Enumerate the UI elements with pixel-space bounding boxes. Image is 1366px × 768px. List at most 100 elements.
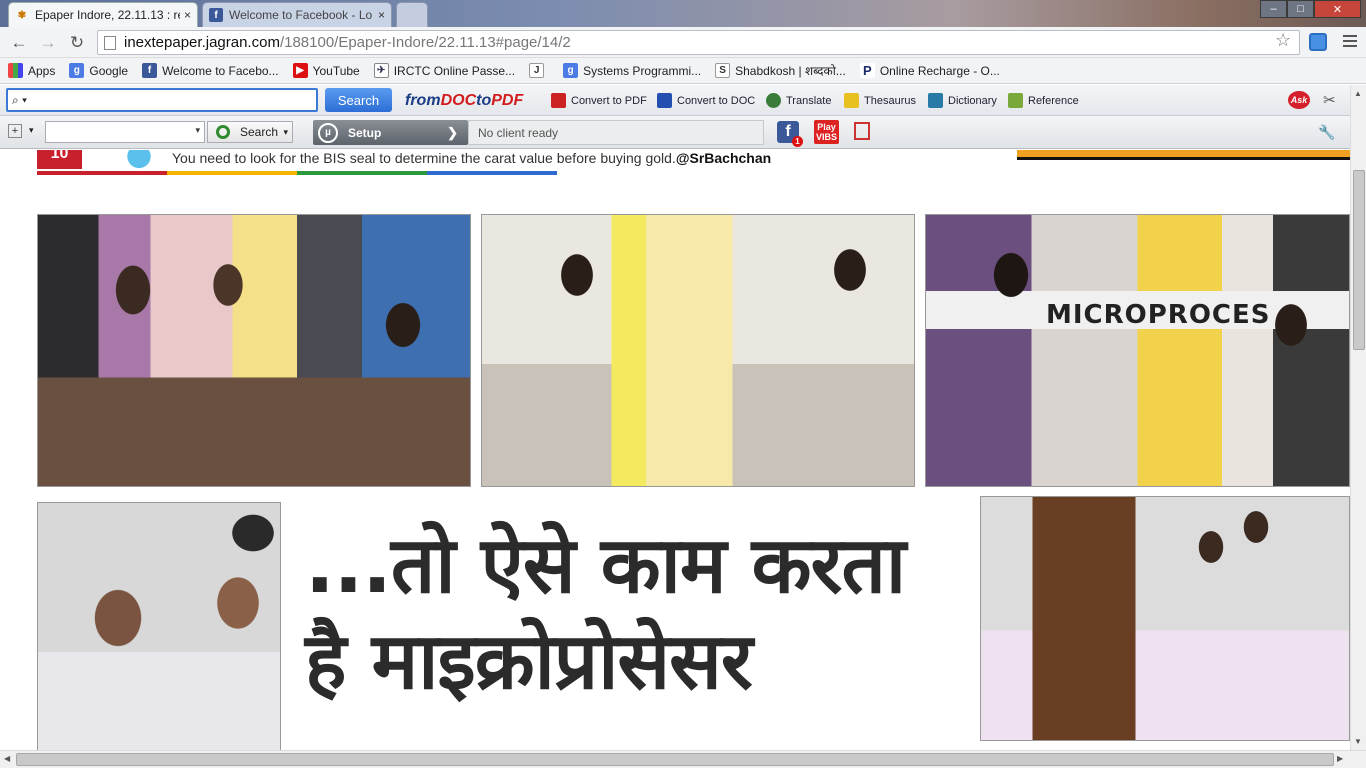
address-bar[interactable]: inextepaper.jagran.com/188100/Epaper-Ind… [97,30,1300,55]
toolbar-label: Reference [1028,94,1079,107]
toolbar-label: Thesaurus [864,94,916,107]
photo-sign-text: MICROPROCES [1046,300,1271,330]
bookmarks-bar: Apps g Google f Welcome to Facebo... ▶ YouT… [0,58,1366,84]
logo-part: from [405,92,441,109]
close-tab-icon[interactable]: × [378,8,385,22]
gift-icon[interactable] [854,122,870,140]
setup-label: Setup [348,125,382,140]
extension-icon[interactable] [1309,33,1327,51]
reference-button[interactable]: Reference [1008,93,1079,108]
facebook-icon: f [142,63,158,78]
tweet-handle: @SrBachchan [675,150,772,166]
play-label: Play [817,122,836,132]
paytm-icon: P [859,63,875,78]
doc-icon [657,93,672,108]
bookmark-irctc[interactable]: ✈ IRCTC Online Passe... [373,63,516,78]
ask-logo-icon[interactable]: Ask [1288,91,1310,109]
bookmark-label: Online Recharge - O... [879,63,1000,78]
facebook-icon[interactable]: f1 [777,121,803,147]
reload-icon[interactable]: ↻ [66,32,88,54]
tweet-banner: 10 You need to look for the BIS seal to … [37,150,1350,176]
chevron-down-icon[interactable]: ▾ [195,125,200,136]
utorrent-toolbar: + ▾ ▾ Search ▾ µ Setup ❯ No client ready f1… [0,116,1366,149]
scroll-left-arrow-icon[interactable]: ◀ [4,754,10,763]
chevron-down-icon[interactable]: ▾ [29,125,34,136]
tools-icon[interactable]: ✂ [1323,91,1336,109]
tab-epaper[interactable]: ✾ Epaper Indore, 22.11.13 : re × [8,2,198,27]
chevron-down-icon: ❯ [447,124,458,140]
back-arrow-icon[interactable]: ← [8,32,30,54]
translate-button[interactable]: Translate [766,93,831,108]
photo-students-model [980,496,1350,741]
tab-facebook[interactable]: f Welcome to Facebook - Lo × [202,2,392,27]
scroll-up-arrow-icon[interactable]: ▲ [1354,89,1362,98]
ask-search-button[interactable]: Search [325,88,392,112]
bookmark-online-recharge[interactable]: P Online Recharge - O... [859,63,1000,78]
horizontal-scrollbar[interactable]: ◀ ▶ [0,750,1366,768]
headline-line-2: है माइक्रोप्रोसेसर [305,617,753,707]
color-stripe [37,171,557,175]
play-sublabel: VIBS [815,132,837,142]
play-vibs-icon[interactable]: Play VIBS [814,120,839,144]
photo-students-project-2 [481,214,915,487]
bookmark-systems-programming[interactable]: g Systems Programmi... [563,63,701,78]
fromdoctopdf-logo[interactable]: fromDOCtoPDF [405,92,523,110]
add-icon[interactable]: + [8,124,22,138]
google-icon: g [563,63,579,78]
logo-part: DOC [440,92,477,109]
photo-students-microprocessor: MICROPROCES [925,214,1350,487]
bookmark-label: Systems Programmi... [583,63,702,78]
bookmark-j[interactable]: J [529,63,549,78]
apps-icon [8,63,23,78]
bookmark-label: Welcome to Facebo... [162,63,279,78]
scroll-down-arrow-icon[interactable]: ▼ [1354,737,1362,746]
thesaurus-button[interactable]: Thesaurus [844,93,916,108]
search-dropdown-icon[interactable]: ⌕ ▾ [12,93,27,108]
photo-students-project-1 [37,214,471,487]
article-headline: ...तो ऐसे काम करता है माइक्रोप्रोसेसर [305,518,965,710]
bookmark-apps[interactable]: Apps [8,63,55,78]
jagran-favicon-icon: ✾ [17,9,27,21]
utorrent-search-button[interactable]: Search ▾ [207,121,293,143]
convert-to-pdf-button[interactable]: Convert to PDF [551,93,647,108]
title-bar: ✾ Epaper Indore, 22.11.13 : re × f Welco… [0,0,1366,27]
ask-search-input[interactable]: ⌕ ▾ [6,88,318,112]
scroll-thumb[interactable] [16,753,1334,766]
irctc-icon: ✈ [373,63,389,78]
scroll-right-arrow-icon[interactable]: ▶ [1337,754,1343,763]
twitter-bird-icon [119,150,159,172]
youtube-icon: ▶ [292,63,308,78]
convert-to-doc-button[interactable]: Convert to DOC [657,93,755,108]
bookmark-google[interactable]: g Google [69,63,128,78]
j-icon: J [529,63,545,78]
forward-arrow-icon[interactable]: → [37,32,59,54]
headline-line-1: ...तो ऐसे काम करता [305,521,906,611]
vertical-scrollbar[interactable]: ▲ ▼ [1350,85,1366,750]
scroll-thumb[interactable] [1353,170,1365,350]
toolbar-label: Convert to PDF [571,94,647,107]
tab-title: Welcome to Facebook - Lo [229,8,373,22]
wrench-icon[interactable]: 🔧 [1318,124,1335,141]
utorrent-search-input[interactable]: ▾ [45,121,205,143]
tweet-body: You need to look for the BIS seal to det… [172,150,676,166]
navigation-toolbar: ← → ↻ inextepaper.jagran.com/188100/Epap… [0,27,1366,58]
close-window-button[interactable]: ✕ [1314,0,1361,18]
toolbar-label: Convert to DOC [677,94,756,107]
url-path: /188100/Epaper-Indore/22.11.13#page/14/2 [279,34,571,51]
tweet-text: You need to look for the BIS seal to det… [172,150,771,166]
bookmark-shabdkosh[interactable]: S Shabdkosh | शब्दको... [715,62,846,79]
facebook-favicon-icon: f [209,8,223,22]
minimize-button[interactable]: – [1260,0,1287,18]
bookmark-star-icon[interactable]: ☆ [1275,30,1291,51]
chrome-menu-icon[interactable] [1343,35,1357,50]
close-tab-icon[interactable]: × [184,8,191,22]
url-host: inextepaper.jagran.com [124,34,280,51]
bookmark-facebook[interactable]: f Welcome to Facebo... [142,63,279,78]
client-status: No client ready [468,120,764,145]
bookmark-youtube[interactable]: ▶ YouTube [292,63,360,78]
maximize-button[interactable]: □ [1287,0,1314,18]
new-tab-button[interactable] [396,2,428,27]
dictionary-button[interactable]: Dictionary [928,93,997,108]
bookmark-label: IRCTC Online Passe... [393,63,516,78]
utorrent-setup-button[interactable]: µ Setup ❯ [313,120,468,145]
